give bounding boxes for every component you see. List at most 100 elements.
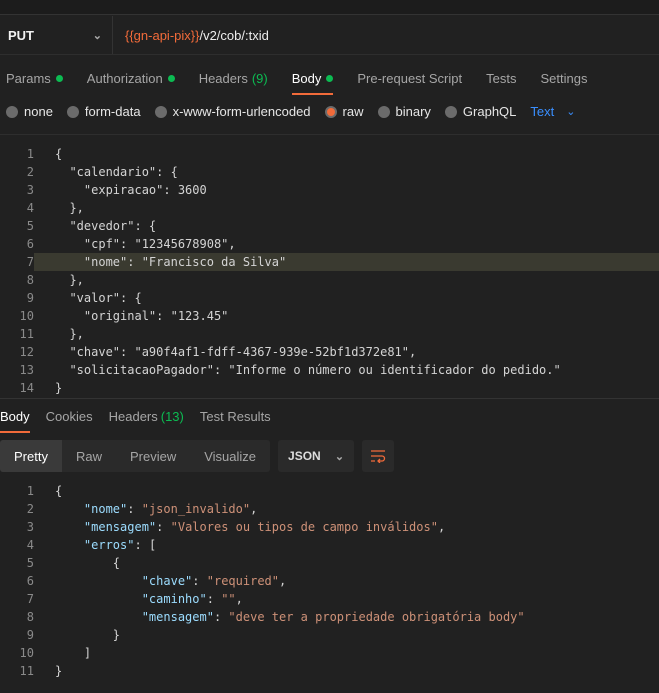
tab-settings[interactable]: Settings xyxy=(540,62,587,95)
response-body-viewer[interactable]: 1{2 "nome": "json_invalido", 3 "mensagem"… xyxy=(0,482,659,680)
chevron-down-icon: ⌄ xyxy=(566,106,576,118)
code-text: "original": "123.45" xyxy=(55,309,229,323)
json-key: "chave" xyxy=(141,574,193,588)
radio-icon xyxy=(66,105,79,118)
request-tabs: Params Authorization Headers (9) Body Pre-req… xyxy=(6,62,611,95)
tab-authorization[interactable]: Authorization xyxy=(87,62,175,95)
punctuation: : xyxy=(134,538,142,552)
view-mode-pretty[interactable]: Pretty xyxy=(0,440,62,472)
tab-count: (9) xyxy=(251,71,268,86)
option-label: x-www-form-urlencoded xyxy=(172,104,311,119)
line-number: 2 xyxy=(26,502,34,516)
tab-tests[interactable]: Tests xyxy=(486,62,516,95)
body-format-label: Text xyxy=(530,104,555,119)
body-option-graphql[interactable]: GraphQL xyxy=(444,104,516,119)
tab-label: Cookies xyxy=(45,409,93,424)
punctuation: ] xyxy=(55,646,92,660)
json-string: "required" xyxy=(206,574,279,588)
request-body-editor[interactable]: 1{ 2 "calendario": { 3 "expiracao": 3600 4 … xyxy=(0,145,659,397)
view-mode-raw[interactable]: Raw xyxy=(62,440,116,472)
wrap-lines-button[interactable] xyxy=(362,440,395,472)
json-key: "erros" xyxy=(83,538,135,552)
code-text: "caminho": "", xyxy=(34,590,243,608)
punctuation xyxy=(135,502,142,516)
tab-headers[interactable]: Headers (9) xyxy=(199,62,268,95)
view-mode-group: Pretty Raw Preview Visualize xyxy=(0,440,271,472)
punctuation: : xyxy=(127,502,135,516)
code-line: 13 "solicitacaoPagador": "Informe o núme… xyxy=(0,361,659,379)
view-mode-preview[interactable]: Preview xyxy=(116,440,190,472)
url-input[interactable]: {{gn-api-pix}}/v2/cob/:txid xyxy=(113,28,269,43)
line-number: 2 xyxy=(26,165,34,179)
tab-label: Headers xyxy=(108,409,158,424)
response-toolbar: Pretty Raw Preview Visualize JSON ⌄ xyxy=(0,440,395,472)
tab-count: (13) xyxy=(160,409,184,424)
punctuation xyxy=(55,592,142,606)
code-text: "erros": [ xyxy=(34,536,156,554)
response-tab-body[interactable]: Body xyxy=(0,400,30,433)
punctuation: , xyxy=(235,592,243,606)
response-tab-cookies[interactable]: Cookies xyxy=(46,400,93,433)
line-number: 1 xyxy=(26,147,34,161)
body-option-x-www-form-urlencoded[interactable]: x-www-form-urlencoded xyxy=(154,104,311,119)
body-type-options: none form-data x-www-form-urlencoded raw bin… xyxy=(6,104,575,119)
status-dot-icon xyxy=(55,75,63,82)
radio-icon xyxy=(444,105,457,118)
line-number: 11 xyxy=(19,327,34,341)
line-number: 3 xyxy=(26,183,34,197)
code-text: "nome": "json_invalido", xyxy=(34,500,257,518)
option-label: form-data xyxy=(84,104,141,119)
option-label: none xyxy=(24,104,53,119)
punctuation: : xyxy=(192,574,200,588)
code-line: 1{ xyxy=(0,145,659,163)
code-line: 7 "nome": "Francisco da Silva" xyxy=(0,253,659,271)
url-variable: {{gn-api-pix}} xyxy=(125,27,200,43)
code-text: } xyxy=(55,381,63,395)
code-text: "nome": "Francisco da Silva" xyxy=(34,253,659,271)
code-line: 9 } xyxy=(0,626,659,644)
tab-params[interactable]: Params xyxy=(6,62,63,95)
tab-pre-request-script[interactable]: Pre-request Script xyxy=(357,62,462,95)
tab-label: Tests xyxy=(486,71,517,86)
code-text: "calendario": { xyxy=(55,165,178,179)
code-text: ] xyxy=(34,644,91,662)
chevron-down-icon: ⌄ xyxy=(334,450,345,463)
tab-label: Body xyxy=(291,71,322,86)
json-key: "caminho" xyxy=(141,592,207,606)
line-number: 7 xyxy=(26,592,34,606)
code-text: "valor": { xyxy=(55,291,142,305)
response-tab-test-results[interactable]: Test Results xyxy=(200,400,271,433)
code-text: "expiracao": 3600 xyxy=(55,183,207,197)
json-string: "Valores ou tipos de campo inválidos" xyxy=(170,520,438,534)
line-number: 6 xyxy=(26,237,34,251)
line-number: 12 xyxy=(19,345,34,359)
tab-body[interactable]: Body xyxy=(291,62,334,95)
body-option-none[interactable]: none xyxy=(6,104,53,119)
code-line: 8 "mensagem": "deve ter a propriedade ob… xyxy=(0,608,659,626)
punctuation: } xyxy=(55,628,121,642)
radio-icon xyxy=(324,105,337,118)
body-option-binary[interactable]: binary xyxy=(377,104,431,119)
tab-label: Pre-request Script xyxy=(357,71,463,86)
code-line: 4 }, xyxy=(0,199,659,217)
body-format-select[interactable]: Text ⌄ xyxy=(530,104,575,119)
line-number: 6 xyxy=(26,574,34,588)
top-strip xyxy=(0,0,659,15)
punctuation xyxy=(163,520,170,534)
response-tab-headers[interactable]: Headers (13) xyxy=(109,400,184,433)
line-number: 1 xyxy=(26,484,34,498)
view-mode-visualize[interactable]: Visualize xyxy=(190,440,270,472)
punctuation xyxy=(200,574,207,588)
response-format-select[interactable]: JSON ⌄ xyxy=(278,440,355,472)
body-option-form-data[interactable]: form-data xyxy=(66,104,141,119)
punctuation: , xyxy=(279,574,287,588)
line-number: 13 xyxy=(19,363,34,377)
code-line: 11} xyxy=(0,662,659,680)
code-text: { xyxy=(34,482,62,500)
method-select[interactable]: PUT ⌄ xyxy=(0,16,113,54)
code-line: 9 "valor": { xyxy=(0,289,659,307)
json-string: "json_invalido" xyxy=(141,502,251,516)
body-option-raw[interactable]: raw xyxy=(324,104,364,119)
code-line: 2 "nome": "json_invalido", xyxy=(0,500,659,518)
line-number: 5 xyxy=(26,556,34,570)
